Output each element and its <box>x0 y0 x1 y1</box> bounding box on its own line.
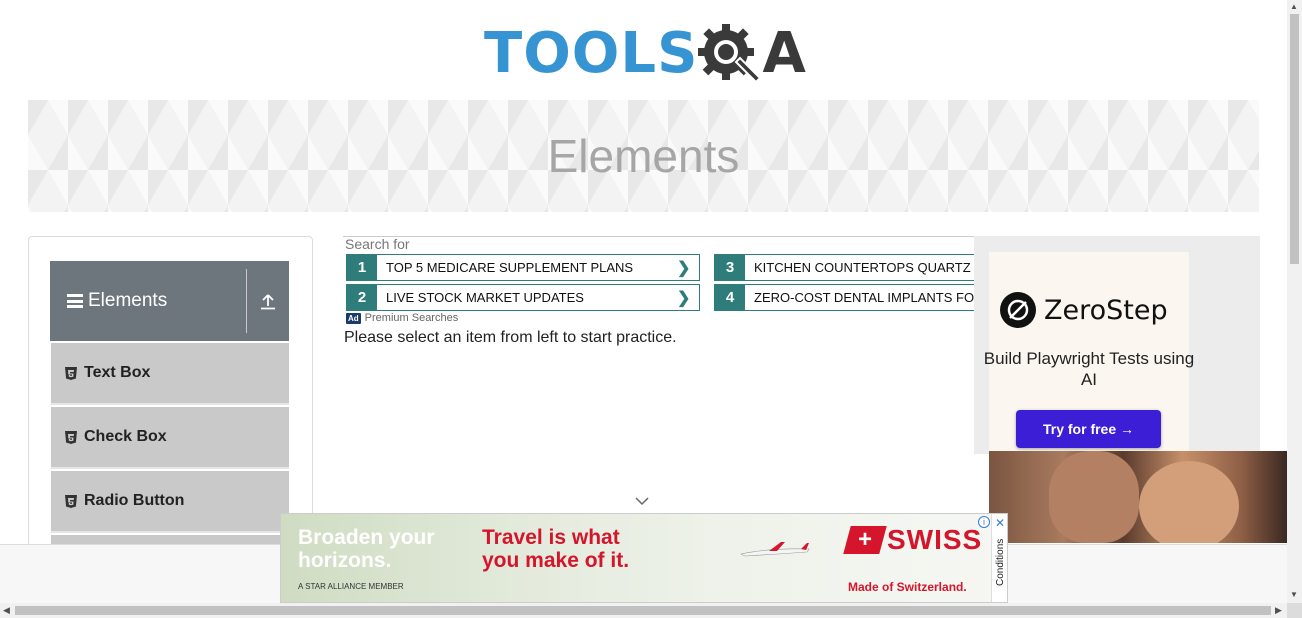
logo-text-tools: TOOLS <box>484 21 699 86</box>
horizontal-scrollbar[interactable]: ◀ ▶ <box>0 603 1287 618</box>
star-alliance-label: A STAR ALLIANCE MEMBER <box>298 582 404 591</box>
scroll-up-icon[interactable]: ▲ <box>1290 2 1298 11</box>
ad-text: TOP 5 MEDICARE SUPPLEMENT PLANS <box>386 260 634 275</box>
gear-magnifier-icon <box>698 24 762 84</box>
conditions-label: Conditions <box>995 538 1006 586</box>
ad-number: 3 <box>715 255 745 280</box>
ad-conditions[interactable]: ✕ Conditions <box>991 514 1007 602</box>
chevron-down-icon[interactable] <box>635 496 649 506</box>
ad-text: LIVE STOCK MARKET UPDATES <box>386 290 584 305</box>
vertical-scroll-thumb[interactable] <box>1290 14 1299 264</box>
group-label: Elements <box>88 290 168 311</box>
sidebar-item-label: Check Box <box>84 428 167 445</box>
ad-attribution[interactable]: Ad Premium Searches <box>346 312 458 324</box>
ad-provider: Premium Searches <box>364 312 459 324</box>
scroll-left-icon[interactable]: ◀ <box>3 605 10 616</box>
photo-shape <box>1049 451 1139 543</box>
search-for-label: Search for <box>345 236 410 252</box>
toolsqa-logo[interactable]: TOOLS A <box>484 14 809 94</box>
ad-text: ZERO-COST DENTAL IMPLANTS FOR I <box>754 290 976 305</box>
html5-icon <box>65 494 77 508</box>
page-banner: Elements <box>28 100 1259 212</box>
swiss-headline-2: Travel is what you make of it. <box>482 526 630 572</box>
vertical-scrollbar[interactable]: ▲ ▼ <box>1287 0 1302 603</box>
search-ad-item[interactable]: 2 LIVE STOCK MARKET UPDATES ❯ <box>346 284 700 311</box>
swiss-ad[interactable]: Broaden your horizons. A STAR ALLIANCE M… <box>280 513 1008 603</box>
practice-message: Please select an item from left to start… <box>344 329 677 346</box>
ad-photo[interactable] <box>989 451 1287 543</box>
swiss-logo: + SWISS <box>843 524 983 556</box>
upload-icon <box>261 293 275 309</box>
swiss-brand: SWISS <box>887 524 983 555</box>
sidebar-item-text-box[interactable]: Text Box <box>51 343 289 405</box>
swiss-flag-icon: + <box>843 526 887 554</box>
sidebar-item-radio-button[interactable]: Radio Button <box>51 471 289 533</box>
ad-number: 2 <box>347 285 377 310</box>
zerostep-logo: ZeroStep <box>1000 292 1168 328</box>
group-title: Elements <box>50 290 246 312</box>
page-title: Elements <box>547 130 740 182</box>
zerostep-logo-icon <box>1000 292 1036 328</box>
horizontal-scroll-thumb[interactable] <box>15 606 1271 615</box>
logo-text-a: A <box>762 21 806 86</box>
html5-icon <box>65 366 77 380</box>
group-header-elements[interactable]: Elements <box>50 261 289 341</box>
ad-number: 4 <box>715 285 745 310</box>
collapse-toggle[interactable] <box>247 293 289 310</box>
sidebar-item-label: Text Box <box>84 364 151 381</box>
ad-info-icon[interactable]: i <box>978 516 990 528</box>
zerostep-tagline: Build Playwright Tests using AI <box>983 349 1195 389</box>
left-panel: Elements Text Box Check Box Radio Button <box>28 236 313 556</box>
airplane-icon <box>740 542 810 557</box>
photo-shape <box>1139 461 1239 543</box>
hamburger-icon <box>67 294 83 308</box>
swiss-tagline: Made of Switzerland. <box>848 580 967 594</box>
ad-text: KITCHEN COUNTERTOPS QUARTZ <box>754 260 971 275</box>
close-icon[interactable]: ✕ <box>995 516 1005 530</box>
try-for-free-button[interactable]: Try for free → <box>1016 410 1161 448</box>
search-ad-item[interactable]: 4 ZERO-COST DENTAL IMPLANTS FOR I <box>714 284 976 311</box>
chevron-right-icon: ❯ <box>677 259 691 277</box>
scroll-down-icon[interactable]: ▼ <box>1290 590 1298 599</box>
sidebar-item-check-box[interactable]: Check Box <box>51 407 289 469</box>
zerostep-brand: ZeroStep <box>1044 294 1168 326</box>
scroll-right-icon[interactable]: ▶ <box>1275 605 1282 616</box>
search-ad-item[interactable]: 1 TOP 5 MEDICARE SUPPLEMENT PLANS ❯ <box>346 254 700 281</box>
sidebar-item-label: Radio Button <box>84 492 185 509</box>
swiss-headline-1: Broaden your horizons. <box>298 526 435 572</box>
html5-icon <box>65 430 77 444</box>
chevron-right-icon: ❯ <box>677 289 691 307</box>
ad-badge: Ad <box>346 312 361 324</box>
search-ad-item[interactable]: 3 KITCHEN COUNTERTOPS QUARTZ <box>714 254 976 281</box>
zerostep-ad[interactable]: ZeroStep Build Playwright Tests using AI… <box>974 236 1260 454</box>
scrollbar-corner <box>1287 603 1302 618</box>
zerostep-card: ZeroStep Build Playwright Tests using AI… <box>984 252 1194 452</box>
ad-number: 1 <box>347 255 377 280</box>
